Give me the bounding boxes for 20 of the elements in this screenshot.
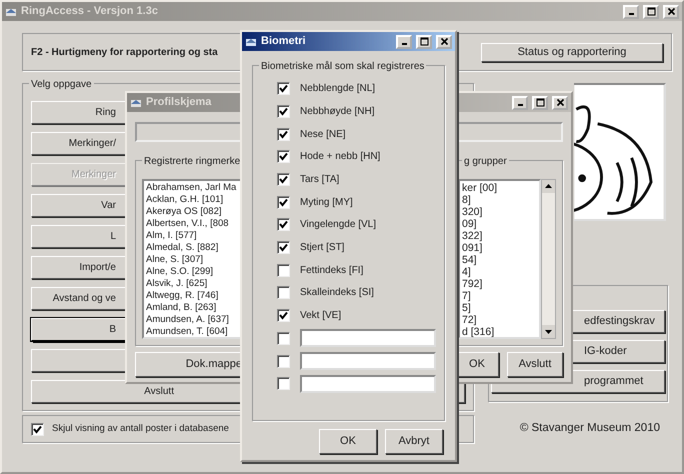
group-title: Velg oppgave	[29, 77, 94, 92]
window-title: Biometri	[261, 34, 306, 50]
header-text: F2 - Hurtigmeny for rapportering og sta	[31, 46, 218, 60]
checkbox-label: Stjert [ST]	[300, 241, 344, 256]
checkbox-label: Nebblengde [NL]	[300, 82, 376, 96]
checkbox-label: Nebbhøyde [NH]	[300, 104, 374, 119]
checkbox-label: Vingelengde [VL]	[300, 218, 376, 232]
checkbox-label: Fettindeks [FI]	[300, 264, 364, 278]
copyright-text: © Stavanger Museum 2010	[520, 421, 660, 436]
checkbox-label: Skalleindeks [SI]	[300, 286, 374, 300]
checkbox-label: Nese [NE]	[300, 128, 346, 142]
group-title: Registrerte ringmerke	[142, 154, 242, 169]
group-title: Biometriske mål som skal registreres	[259, 59, 426, 74]
checkbox-label: Hode + nebb [HN]	[300, 150, 380, 164]
checkbox-label: Tars [TA]	[300, 173, 340, 187]
checkbox-label: Vekt [VE]	[300, 309, 342, 324]
checkbox-label: Myting [MY]	[300, 196, 353, 210]
window-title: Profilskjema	[146, 95, 212, 110]
window-title: RingAccess - Versjon 1.3c	[21, 4, 158, 20]
checkbox-label: Skjul visning av antall poster i databasene	[52, 422, 229, 436]
